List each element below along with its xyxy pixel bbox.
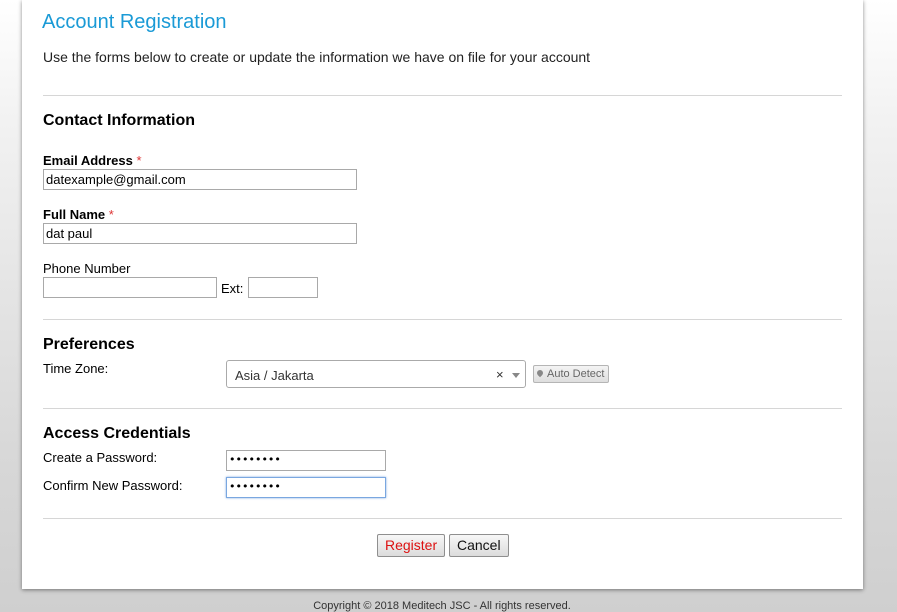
timezone-label: Time Zone: bbox=[43, 361, 109, 376]
cancel-button[interactable]: Cancel bbox=[449, 534, 509, 557]
map-pin-icon bbox=[535, 368, 545, 378]
page-subtitle: Use the forms below to create or update … bbox=[43, 49, 591, 65]
timezone-select[interactable]: Asia / Jakarta × bbox=[226, 360, 526, 388]
password-field[interactable]: •••••••• bbox=[226, 450, 386, 471]
ext-label: Ext: bbox=[221, 281, 244, 296]
auto-detect-label: Auto Detect bbox=[547, 368, 605, 380]
divider bbox=[43, 95, 842, 96]
fullname-label: Full Name * bbox=[43, 207, 114, 222]
email-field[interactable]: datexample@gmail.com bbox=[43, 169, 357, 190]
fullname-label-text: Full Name bbox=[43, 207, 106, 222]
divider bbox=[43, 408, 842, 409]
timezone-value: Asia / Jakarta bbox=[235, 368, 314, 383]
phone-field[interactable] bbox=[43, 277, 217, 298]
fullname-field[interactable]: dat paul bbox=[43, 223, 357, 244]
contact-section-title: Contact Information bbox=[43, 112, 195, 129]
chevron-down-icon[interactable] bbox=[512, 373, 520, 378]
auto-detect-button[interactable]: Auto Detect bbox=[533, 365, 610, 383]
password-label: Create a Password: bbox=[43, 450, 158, 465]
phone-label: Phone Number bbox=[43, 261, 131, 276]
preferences-section-title: Preferences bbox=[43, 336, 135, 353]
required-marker: * bbox=[108, 207, 114, 222]
email-label: Email Address * bbox=[43, 153, 142, 168]
clear-icon[interactable]: × bbox=[496, 367, 504, 382]
page-title: Account Registration bbox=[42, 11, 227, 33]
divider bbox=[43, 319, 842, 320]
ext-field[interactable] bbox=[248, 277, 318, 298]
register-button[interactable]: Register bbox=[377, 534, 446, 557]
credentials-section-title: Access Credentials bbox=[43, 425, 191, 442]
confirm-password-label: Confirm New Password: bbox=[43, 478, 183, 493]
footer-copyright: Copyright © 2018 Meditech JSC - All righ… bbox=[313, 600, 571, 612]
divider bbox=[43, 518, 842, 519]
registration-panel: Account Registration Use the forms below… bbox=[22, 0, 863, 589]
email-label-text: Email Address bbox=[43, 153, 133, 168]
confirm-password-field[interactable]: •••••••• bbox=[226, 477, 386, 498]
required-marker: * bbox=[136, 153, 142, 168]
